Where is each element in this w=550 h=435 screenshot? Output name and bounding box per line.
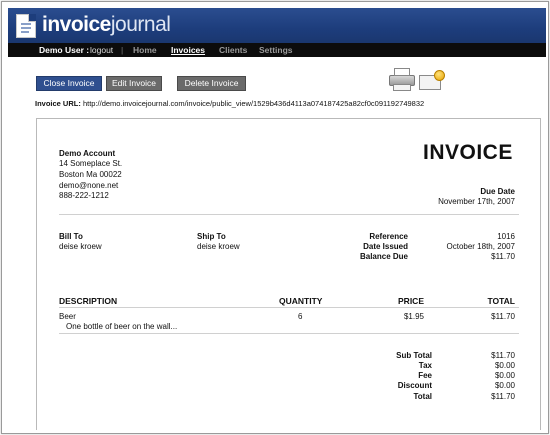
- email-icon[interactable]: [419, 68, 445, 92]
- fee-label: Fee: [418, 371, 432, 380]
- date-issued-label: Date Issued: [363, 242, 408, 251]
- ship-to-value: deise kroew: [197, 242, 240, 251]
- due-date-value: November 17th, 2007: [438, 197, 515, 206]
- printer-icon[interactable]: [389, 68, 415, 92]
- discount-label: Discount: [397, 381, 432, 390]
- discount-value: $0.00: [494, 381, 515, 390]
- nav-separator: |: [121, 45, 124, 55]
- item-price: $1.95: [403, 312, 424, 321]
- item-quantity: 6: [298, 312, 303, 321]
- app-header: invoicejournal: [8, 8, 546, 43]
- bill-to-value: deise kroew: [59, 242, 102, 251]
- sender-address-2: Boston Ma 00022: [59, 170, 122, 179]
- reference-value: 1016: [497, 232, 515, 241]
- invoice-url: Invoice URL: http://demo.invoicejournal.…: [35, 99, 425, 108]
- app-logo[interactable]: invoicejournal: [42, 13, 171, 37]
- tab-clients[interactable]: Clients: [219, 43, 247, 57]
- item-note: One bottle of beer on the wall...: [66, 322, 178, 331]
- document-icon: [16, 14, 36, 38]
- tax-label: Tax: [418, 361, 432, 370]
- reference-label: Reference: [369, 232, 408, 241]
- total-value: $11.70: [491, 392, 515, 401]
- app-window: invoicejournal Demo User : logout | Home…: [1, 1, 549, 434]
- bill-to-label: Bill To: [59, 232, 83, 241]
- balance-due-label: Balance Due: [359, 252, 408, 261]
- top-nav: Demo User : logout | Home Invoices Clien…: [8, 43, 546, 57]
- invoice-url-value[interactable]: http://demo.invoicejournal.com/invoice/p…: [83, 99, 424, 108]
- sender-phone: 888-222-1212: [59, 191, 109, 200]
- item-total: $11.70: [491, 312, 515, 321]
- tab-settings[interactable]: Settings: [259, 43, 293, 57]
- column-price: PRICE: [398, 296, 424, 306]
- balance-due-value: $11.70: [491, 252, 515, 261]
- tax-value: $0.00: [494, 361, 515, 370]
- total-label: Total: [413, 392, 432, 401]
- close-invoice-button[interactable]: Close Invoice: [36, 76, 102, 91]
- table-row-divider: [59, 333, 519, 334]
- user-name: Demo User :: [39, 45, 90, 55]
- fee-value: $0.00: [494, 371, 515, 380]
- column-description: DESCRIPTION: [59, 296, 118, 306]
- logout-link[interactable]: logout: [90, 43, 113, 57]
- date-issued-value: October 18th, 2007: [446, 242, 516, 251]
- sender-address-1: 14 Someplace St.: [59, 159, 123, 168]
- subtotal-value: $11.70: [491, 351, 515, 360]
- edit-invoice-button[interactable]: Edit Invoice: [106, 76, 162, 91]
- invoice-heading: INVOICE: [423, 141, 513, 164]
- column-total: TOTAL: [487, 296, 515, 306]
- ship-to-label: Ship To: [197, 232, 226, 241]
- sender-name: Demo Account: [59, 149, 116, 158]
- column-quantity: QUANTITY: [279, 296, 323, 306]
- delete-invoice-button[interactable]: Delete Invoice: [177, 76, 246, 91]
- sender-email: demo@none.net: [59, 181, 119, 190]
- item-description: Beer: [59, 312, 76, 321]
- table-header-divider: [59, 307, 519, 308]
- subtotal-label: Sub Total: [396, 351, 432, 360]
- tab-invoices[interactable]: Invoices: [171, 43, 205, 57]
- due-date-label: Due Date: [480, 187, 515, 196]
- tab-home[interactable]: Home: [133, 43, 157, 57]
- divider: [59, 214, 519, 215]
